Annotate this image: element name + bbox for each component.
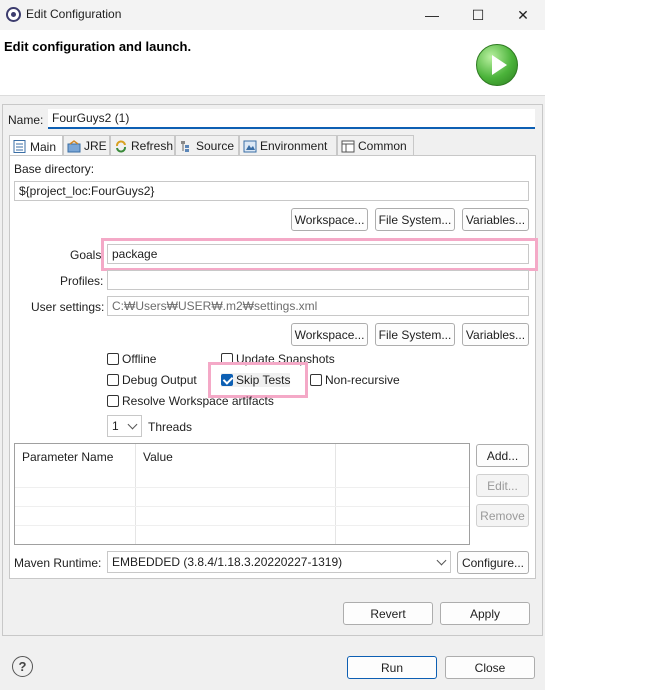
goals-highlight (101, 238, 538, 271)
jre-icon (67, 139, 81, 152)
refresh-icon (116, 140, 126, 152)
tab-main-label: Main (30, 139, 57, 154)
resolve-workspace-checkbox[interactable]: Resolve Workspace artifacts (107, 394, 274, 408)
name-input[interactable]: FourGuys2 (1) (48, 109, 535, 129)
close-button[interactable]: Close (445, 656, 535, 679)
chevron-down-icon (127, 419, 138, 430)
tab-jre[interactable]: JRE (63, 135, 110, 156)
profiles-label: Profiles: (60, 274, 104, 288)
window-title: Edit Configuration (26, 7, 122, 21)
variables-button-1[interactable]: Variables... (462, 208, 529, 231)
common-icon (341, 140, 355, 152)
column-divider (335, 444, 336, 544)
tab-source[interactable]: Source (175, 135, 239, 156)
maven-runtime-value: EMBEDDED (3.8.4/1.18.3.20220227-1319) (112, 555, 343, 569)
offline-label: Offline (122, 352, 157, 366)
add-button[interactable]: Add... (476, 444, 529, 467)
file-system-button-2[interactable]: File System... (375, 323, 455, 346)
apply-button[interactable]: Apply (440, 602, 530, 625)
debug-output-checkbox[interactable]: Debug Output (107, 373, 197, 387)
name-label: Name: (8, 113, 44, 127)
threads-label: Threads (148, 420, 193, 434)
table-row-line (15, 487, 469, 488)
edit-button[interactable]: Edit... (476, 474, 529, 497)
profiles-input[interactable] (107, 270, 529, 290)
debug-output-box (107, 374, 119, 386)
resolve-workspace-box (107, 395, 119, 407)
skip-tests-highlight (208, 362, 308, 398)
chevron-down-icon (436, 555, 447, 566)
tab-refresh[interactable]: Refresh (110, 135, 175, 156)
environment-icon (243, 140, 257, 152)
main-tab-icon (13, 140, 26, 153)
help-icon[interactable]: ? (12, 656, 33, 677)
non-recursive-checkbox[interactable]: Non-recursive (310, 373, 400, 387)
maven-runtime-label: Maven Runtime: (14, 556, 102, 570)
tab-source-label: Source (196, 139, 235, 153)
dialog-header: Edit configuration and launch. (0, 30, 545, 96)
table-row-line (15, 506, 469, 507)
table-row-line (15, 525, 469, 526)
user-settings-input[interactable]: C:₩Users₩USER₩.m2₩settings.xml (107, 296, 529, 316)
edit-configuration-dialog: Edit Configuration — ☐ ✕ Edit configurat… (0, 0, 545, 690)
column-header-parameter-name[interactable]: Parameter Name (15, 444, 120, 468)
workspace-button-2[interactable]: Workspace... (291, 323, 368, 346)
maven-runtime-select[interactable]: EMBEDDED (3.8.4/1.18.3.20220227-1319) (107, 551, 451, 573)
tab-main[interactable]: Main (9, 135, 63, 157)
minimize-button[interactable]: — (410, 0, 454, 30)
column-header-value[interactable]: Value (136, 444, 180, 468)
non-recursive-box (310, 374, 322, 386)
revert-button[interactable]: Revert (343, 602, 433, 625)
tab-common[interactable]: Common (337, 135, 414, 156)
source-icon (181, 140, 189, 152)
debug-output-label: Debug Output (122, 373, 197, 387)
variables-button-2[interactable]: Variables... (462, 323, 529, 346)
goals-label: Goals: (70, 248, 105, 262)
tab-refresh-label: Refresh (131, 139, 174, 153)
file-system-button-1[interactable]: File System... (375, 208, 455, 231)
configure-button[interactable]: Configure... (457, 551, 529, 574)
remove-button[interactable]: Remove (476, 504, 529, 527)
workspace-button-1[interactable]: Workspace... (291, 208, 368, 231)
offline-box (107, 353, 119, 365)
offline-checkbox[interactable]: Offline (107, 352, 156, 366)
parameters-table[interactable]: Parameter Name Value (14, 443, 470, 545)
tab-environment-label: Environment (260, 139, 328, 153)
base-directory-label: Base directory: (14, 162, 95, 176)
eclipse-icon (6, 7, 21, 22)
threads-select[interactable]: 1 (107, 415, 142, 437)
tab-common-label: Common (358, 139, 407, 153)
column-divider (135, 444, 136, 544)
non-recursive-label: Non-recursive (325, 373, 400, 387)
launch-icon (476, 44, 518, 86)
close-window-button[interactable]: ✕ (501, 0, 545, 30)
title-bar: Edit Configuration — ☐ ✕ (0, 0, 545, 30)
base-directory-input[interactable]: ${project_loc:FourGuys2} (14, 181, 529, 201)
resolve-workspace-label: Resolve Workspace artifacts (122, 394, 274, 408)
threads-value: 1 (112, 419, 119, 433)
user-settings-label: User settings: (31, 300, 105, 314)
header-text: Edit configuration and launch. (4, 39, 192, 54)
tab-jre-label: JRE (84, 139, 107, 153)
tab-environment[interactable]: Environment (239, 135, 337, 156)
maximize-button[interactable]: ☐ (456, 0, 500, 30)
run-button[interactable]: Run (347, 656, 437, 679)
